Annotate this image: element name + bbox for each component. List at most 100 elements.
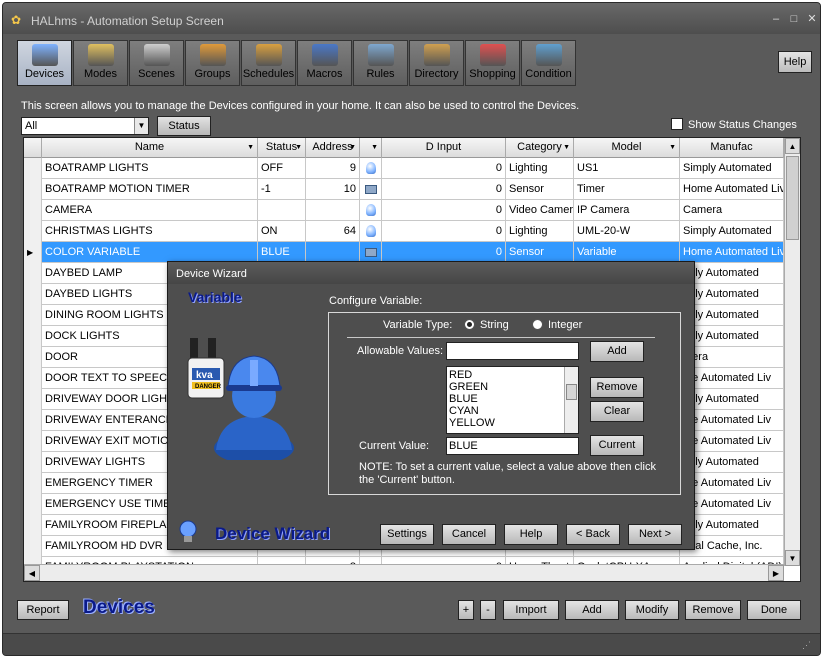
cell-status[interactable]: ON	[258, 221, 306, 242]
cell-manufacturer[interactable]: nply Automated	[680, 515, 784, 536]
toolbar-button-devices[interactable]: Devices	[17, 40, 72, 86]
minimize-button[interactable]: –	[769, 12, 783, 26]
list-item[interactable]: GREEN	[449, 381, 488, 393]
column-header[interactable]: Model ▼	[574, 138, 680, 158]
toolbar-button-macros[interactable]: Macros	[297, 40, 352, 86]
row-indicator[interactable]	[24, 347, 42, 368]
status-button[interactable]: Status	[157, 116, 211, 136]
row-indicator[interactable]: ▶	[24, 242, 42, 263]
row-indicator[interactable]	[24, 515, 42, 536]
integer-radio[interactable]: Integer	[532, 319, 582, 331]
row-indicator[interactable]	[24, 431, 42, 452]
toolbar-button-directory[interactable]: Directory	[409, 40, 464, 86]
list-item[interactable]: BLUE	[449, 393, 478, 405]
cell-status[interactable]: OFF	[258, 158, 306, 179]
device-icon-cell[interactable]	[360, 179, 382, 200]
row-indicator[interactable]	[24, 494, 42, 515]
wizard-add-button[interactable]: Add	[590, 341, 644, 362]
cell-manufacturer[interactable]: me Automated Liv	[680, 431, 784, 452]
cell-status[interactable]: BLUE	[258, 242, 306, 263]
cell-manufacturer[interactable]: me Automated Liv	[680, 494, 784, 515]
cell-manufacturer[interactable]: me Automated Liv	[680, 473, 784, 494]
table-row[interactable]: ▶ COLOR VARIABLE BLUE 0 Sensor Variable Home A…	[24, 242, 784, 263]
row-indicator[interactable]	[24, 326, 42, 347]
cell-manufacturer[interactable]: nply Automated	[680, 284, 784, 305]
toolbar-button-shopping[interactable]: Shopping	[465, 40, 520, 86]
chevron-down-icon[interactable]: ▼	[563, 138, 570, 157]
table-row[interactable]: CHRISTMAS LIGHTS ON 64 0 Lighting UML-20-W Sim…	[24, 221, 784, 242]
report-button[interactable]: Report	[17, 600, 69, 620]
list-item[interactable]: CYAN	[449, 405, 479, 417]
device-icon-cell[interactable]	[360, 158, 382, 179]
list-item[interactable]: YELLOW	[449, 417, 495, 429]
cell-model[interactable]: Timer	[574, 179, 680, 200]
chevron-down-icon[interactable]: ▼	[247, 138, 254, 157]
scroll-left-icon[interactable]: ◀	[24, 565, 40, 581]
chevron-down-icon[interactable]: ▼	[349, 138, 356, 157]
checkbox-box[interactable]	[671, 118, 683, 130]
column-header[interactable]: ▼	[360, 138, 382, 158]
cell-manufacturer[interactable]: nply Automated	[680, 389, 784, 410]
column-header[interactable]: Category ▼	[506, 138, 574, 158]
resize-grip-icon[interactable]: ⋰	[802, 640, 816, 654]
remove-button[interactable]: Remove	[685, 600, 741, 620]
cell-manufacturer[interactable]: nply Automated	[680, 305, 784, 326]
row-indicator[interactable]	[24, 263, 42, 284]
cell-manufacturer[interactable]: obal Cache, Inc.	[680, 536, 784, 557]
toolbar-button-scenes[interactable]: Scenes	[129, 40, 184, 86]
cell-manufacturer[interactable]: nply Automated	[680, 263, 784, 284]
row-indicator[interactable]	[24, 410, 42, 431]
cell-category[interactable]: Lighting	[506, 221, 574, 242]
toolbar-button-condition[interactable]: Condition	[521, 40, 576, 86]
column-header[interactable]	[24, 138, 42, 158]
cell-category[interactable]: Sensor	[506, 242, 574, 263]
cell-dinput[interactable]: 0	[382, 179, 506, 200]
cell-dinput[interactable]: 0	[382, 200, 506, 221]
cell-category[interactable]: Sensor	[506, 179, 574, 200]
vertical-scrollbar[interactable]: ▲ ▼	[784, 138, 800, 566]
close-button[interactable]: ✕	[805, 12, 819, 26]
next-button[interactable]: Next >	[628, 524, 682, 545]
cell-manufacturer[interactable]: Camera	[680, 200, 784, 221]
horizontal-scrollbar[interactable]: ◀ ▶	[24, 564, 784, 581]
row-indicator[interactable]	[24, 473, 42, 494]
chevron-down-icon[interactable]: ▼	[295, 138, 302, 157]
table-row[interactable]: BOATRAMP MOTION TIMER -1 10 0 Sensor Timer Hom…	[24, 179, 784, 200]
add-button[interactable]: Add	[565, 600, 619, 620]
allowable-values-list[interactable]: RED GREEN BLUE CYAN YELLOW	[446, 366, 579, 434]
wizard-current-button[interactable]: Current	[590, 435, 644, 456]
show-status-changes-checkbox[interactable]: Show Status Changes	[671, 118, 797, 131]
column-header[interactable]: Address ▼	[306, 138, 360, 158]
column-header[interactable]: D Input	[382, 138, 506, 158]
row-indicator[interactable]	[24, 200, 42, 221]
cell-model[interactable]: UML-20-W	[574, 221, 680, 242]
cell-manufacturer[interactable]: nply Automated	[680, 452, 784, 473]
toolbar-button-schedules[interactable]: Schedules	[241, 40, 296, 86]
row-indicator[interactable]	[24, 158, 42, 179]
wizard-clear-button[interactable]: Clear	[590, 401, 644, 422]
wizard-remove-button[interactable]: Remove	[590, 377, 644, 398]
table-row[interactable]: CAMERA 0 Video Camer IP Camera Camera	[24, 200, 784, 221]
row-indicator[interactable]	[24, 179, 42, 200]
chevron-down-icon[interactable]: ▼	[371, 138, 378, 157]
cell-manufacturer[interactable]: me Automated Liv	[680, 410, 784, 431]
row-indicator[interactable]	[24, 368, 42, 389]
cell-dinput[interactable]: 0	[382, 221, 506, 242]
cell-manufacturer[interactable]: me Automated Liv	[680, 368, 784, 389]
cell-name[interactable]: BOATRAMP MOTION TIMER	[42, 179, 258, 200]
cancel-button[interactable]: Cancel	[442, 524, 496, 545]
cell-category[interactable]: Video Camer	[506, 200, 574, 221]
filter-select[interactable]: All ▼	[21, 117, 149, 135]
cell-address[interactable]	[306, 242, 360, 263]
cell-status[interactable]: -1	[258, 179, 306, 200]
cell-address[interactable]: 9	[306, 158, 360, 179]
toolbar-button-groups[interactable]: Groups	[185, 40, 240, 86]
cell-name[interactable]: CHRISTMAS LIGHTS	[42, 221, 258, 242]
cell-address[interactable]: 64	[306, 221, 360, 242]
row-indicator[interactable]	[24, 221, 42, 242]
string-radio[interactable]: String	[464, 319, 509, 331]
scroll-down-icon[interactable]: ▼	[785, 550, 800, 566]
cell-dinput[interactable]: 0	[382, 158, 506, 179]
scroll-thumb[interactable]	[566, 384, 577, 400]
toolbar-button-rules[interactable]: Rules	[353, 40, 408, 86]
